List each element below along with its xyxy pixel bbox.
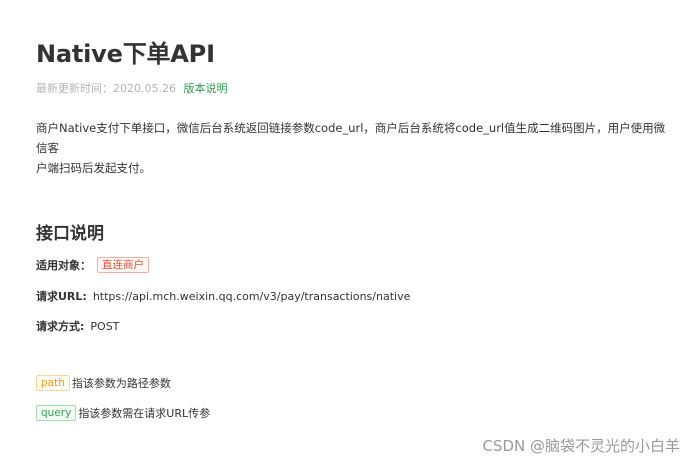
request-url-label: 请求URL: [36, 290, 87, 303]
intro-paragraph: 商户Native支付下单接口，微信后台系统返回链接参数code_url，商户后台… [36, 118, 666, 178]
query-description: 指该参数需在请求URL传参 [78, 407, 211, 420]
applicable-row: 适用对象： 直连商户 [36, 257, 149, 273]
applicable-label: 适用对象： [36, 259, 91, 272]
request-method-row: 请求方式: POST [36, 318, 119, 334]
query-tag: query [36, 405, 77, 421]
request-url-value: https://api.mch.weixin.qq.com/v3/pay/tra… [92, 289, 411, 303]
version-notes-link[interactable]: 版本说明 [183, 82, 227, 95]
last-updated-line: 最新更新时间：2020.05.26 版本说明 [36, 80, 227, 96]
path-tag: path [36, 375, 70, 391]
request-method-label: 请求方式: [36, 320, 85, 333]
legend-path-row: path 指该参数为路径参数 [36, 375, 171, 391]
legend-query-row: query 指该参数需在请求URL传参 [36, 405, 210, 421]
page-title: Native下单API [36, 40, 215, 68]
request-url-row: 请求URL: https://api.mch.weixin.qq.com/v3/… [36, 288, 410, 304]
applicable-tag: 直连商户 [97, 257, 149, 273]
api-doc-page: Native下单API 最新更新时间：2020.05.26 版本说明 商户Nat… [0, 0, 696, 466]
request-method-value: POST [90, 319, 120, 333]
intro-line-1: 商户Native支付下单接口，微信后台系统返回链接参数code_url，商户后台… [36, 121, 666, 155]
section-title: 接口说明 [36, 224, 104, 244]
watermark: CSDN @脑袋不灵光的小白羊 [482, 437, 680, 455]
intro-line-2: 户端扫码后发起支付。 [36, 161, 151, 175]
path-description: 指该参数为路径参数 [71, 377, 171, 390]
last-updated-text: 最新更新时间：2020.05.26 [36, 82, 176, 95]
